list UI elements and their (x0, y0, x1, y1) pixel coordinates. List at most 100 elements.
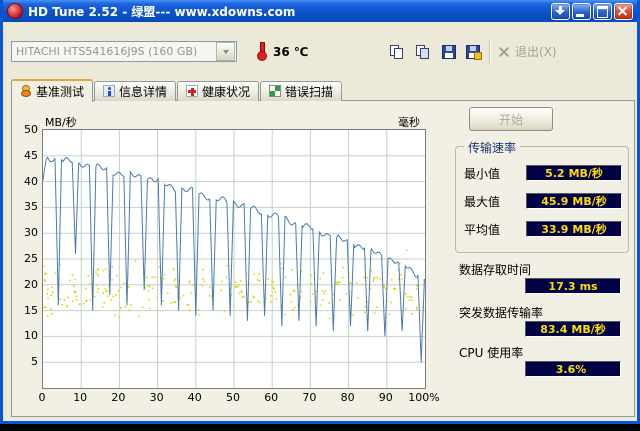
tab-label: 基准测试 (36, 84, 85, 99)
access-time-label: 数据存取时间 (459, 263, 532, 277)
maximize-icon (597, 5, 608, 18)
tab-label: 错误扫描 (285, 84, 334, 99)
window-controls (551, 2, 633, 20)
chevron-down-icon (222, 49, 229, 54)
save-icon (442, 45, 456, 59)
exit-label: 退出(X) (515, 45, 557, 59)
y-axis-tick: 30 (24, 226, 38, 240)
value-box: 5.2 MB/秒 (526, 165, 622, 181)
close-button[interactable] (614, 2, 633, 20)
scan-grid-icon (269, 85, 282, 97)
y-axis-tick: 20 (24, 277, 38, 291)
y-left-unit-label: MB/秒 (45, 116, 77, 129)
screen: HD Tune 2.52 - 绿盟--- www.xdowns.com HITA… (0, 0, 640, 431)
burst-rate-unit: MB/秒 (571, 323, 606, 336)
max-label: 最大值 (464, 194, 501, 209)
x-axis-tick: 70 (302, 391, 317, 404)
value-box: 83.4 MB/秒 (525, 321, 621, 337)
dropdown-button[interactable] (216, 42, 235, 61)
plot-area (42, 129, 426, 389)
copy-image-icon (415, 44, 431, 60)
max-unit: MB/秒 (572, 195, 607, 208)
y-axis-tick: 45 (24, 148, 38, 162)
avg-label: 平均值 (464, 222, 501, 237)
benchmark-chart: MB/秒 毫秒 50 45 40 35 30 25 20 15 10 5 0 10 20 30 40 50 60… (12, 101, 457, 416)
cpu-usage-label: CPU 使用率 (459, 346, 524, 360)
x-axis-tick: 90 (378, 391, 393, 404)
maximize-button[interactable] (593, 2, 612, 20)
drive-temperature: 36 ℃ (273, 45, 309, 59)
save-text-button[interactable] (437, 41, 461, 63)
health-cross-icon (186, 85, 199, 97)
copy-text-button[interactable] (385, 41, 409, 63)
min-unit: MB/秒 (568, 167, 603, 180)
y-axis-tick: 25 (24, 252, 38, 265)
transfer-rate-group: 传输速率 最小值 5.2 MB/秒 最大值 45.9 MB/秒 平均值 33.9… (455, 139, 629, 253)
min-value: 5.2 (545, 166, 565, 180)
minimize-icon (576, 13, 584, 17)
x-axis-tick: 60 (264, 391, 279, 404)
hd-tune-window: HD Tune 2.52 - 绿盟--- www.xdowns.com HITA… (0, 0, 640, 424)
title-bar[interactable]: HD Tune 2.52 - 绿盟--- www.xdowns.com (3, 0, 637, 22)
burst-rate-value: 83.4 (540, 322, 568, 336)
benchmark-tab-page: MB/秒 毫秒 50 45 40 35 30 25 20 15 10 5 0 10 20 30 40 50 60… (11, 100, 635, 417)
y-axis-tick: 35 (24, 200, 38, 214)
tab-error-scan[interactable]: 错误扫描 (260, 81, 343, 101)
value-box: 3.6% (525, 361, 621, 377)
x-axis-tick: 20 (111, 391, 126, 404)
copy-icon (389, 44, 405, 60)
exit-button[interactable]: 退出(X) (498, 43, 557, 60)
stat-row-min: 最小值 5.2 MB/秒 (464, 165, 622, 181)
value-box: 45.9 MB/秒 (526, 193, 622, 209)
access-time-value: 17.3 (548, 279, 576, 293)
start-button[interactable]: 开始 (469, 107, 553, 131)
value-box: 17.3 ms (525, 278, 621, 294)
x-axis-tick: 100% (408, 391, 440, 404)
y-right-unit-label: 毫秒 (398, 116, 420, 129)
tab-label: 健康状况 (202, 84, 251, 99)
desktop-background (0, 424, 640, 431)
save-image-icon (466, 45, 482, 60)
min-label: 最小值 (464, 166, 501, 181)
x-axis-tick: 30 (149, 391, 164, 404)
cpu-usage-value: 3.6% (555, 362, 587, 376)
y-axis-tick: 10 (24, 329, 38, 343)
tab-benchmark[interactable]: 基准测试 (11, 79, 94, 102)
benchmark-plot (43, 130, 425, 388)
x-axis-tick: 10 (73, 391, 88, 404)
burst-rate-label: 突发数据传输率 (459, 306, 544, 320)
tab-info[interactable]: 信息详情 (94, 81, 177, 101)
value-box: 33.9 MB/秒 (526, 221, 622, 237)
drive-select-dropdown[interactable]: HITACHI HTS541616J9S (160 GB) (11, 41, 237, 62)
y-axis-tick: 15 (24, 303, 38, 317)
x-axis-tick: 0 (38, 391, 46, 404)
minimize-button[interactable] (572, 2, 591, 20)
access-time-unit: ms (579, 279, 598, 293)
avg-value: 33.9 (541, 222, 569, 236)
save-image-button[interactable] (461, 41, 485, 63)
x-axis-tick: 50 (226, 391, 240, 404)
stat-row-avg: 平均值 33.9 MB/秒 (464, 221, 622, 237)
thermometer-icon (255, 42, 268, 61)
tab-strip: 基准测试 信息详情 健康状况 错误扫描 (11, 79, 343, 102)
window-title: HD Tune 2.52 - 绿盟--- www.xdowns.com (28, 4, 296, 19)
tab-label: 信息详情 (119, 84, 168, 99)
y-axis-tick: 5 (31, 355, 38, 369)
y-axis-tick: 50 (24, 123, 38, 136)
tab-health[interactable]: 健康状况 (177, 81, 260, 101)
drive-select-value: HITACHI HTS541616J9S (160 GB) (16, 45, 198, 58)
x-axis-tick: 80 (340, 391, 355, 404)
max-value: 45.9 (541, 194, 569, 208)
download-button[interactable] (551, 2, 570, 20)
avg-unit: MB/秒 (572, 223, 607, 236)
exit-x-icon (498, 46, 510, 58)
x-axis-tick: 40 (187, 391, 202, 404)
y-axis-tick: 40 (24, 174, 38, 188)
app-icon (7, 3, 23, 19)
toolbar-separator (489, 40, 491, 64)
copy-image-button[interactable] (411, 41, 435, 63)
stat-row-max: 最大值 45.9 MB/秒 (464, 193, 622, 209)
info-icon (103, 85, 116, 97)
benchmark-icon (20, 85, 32, 97)
group-title: 传输速率 (464, 139, 521, 156)
